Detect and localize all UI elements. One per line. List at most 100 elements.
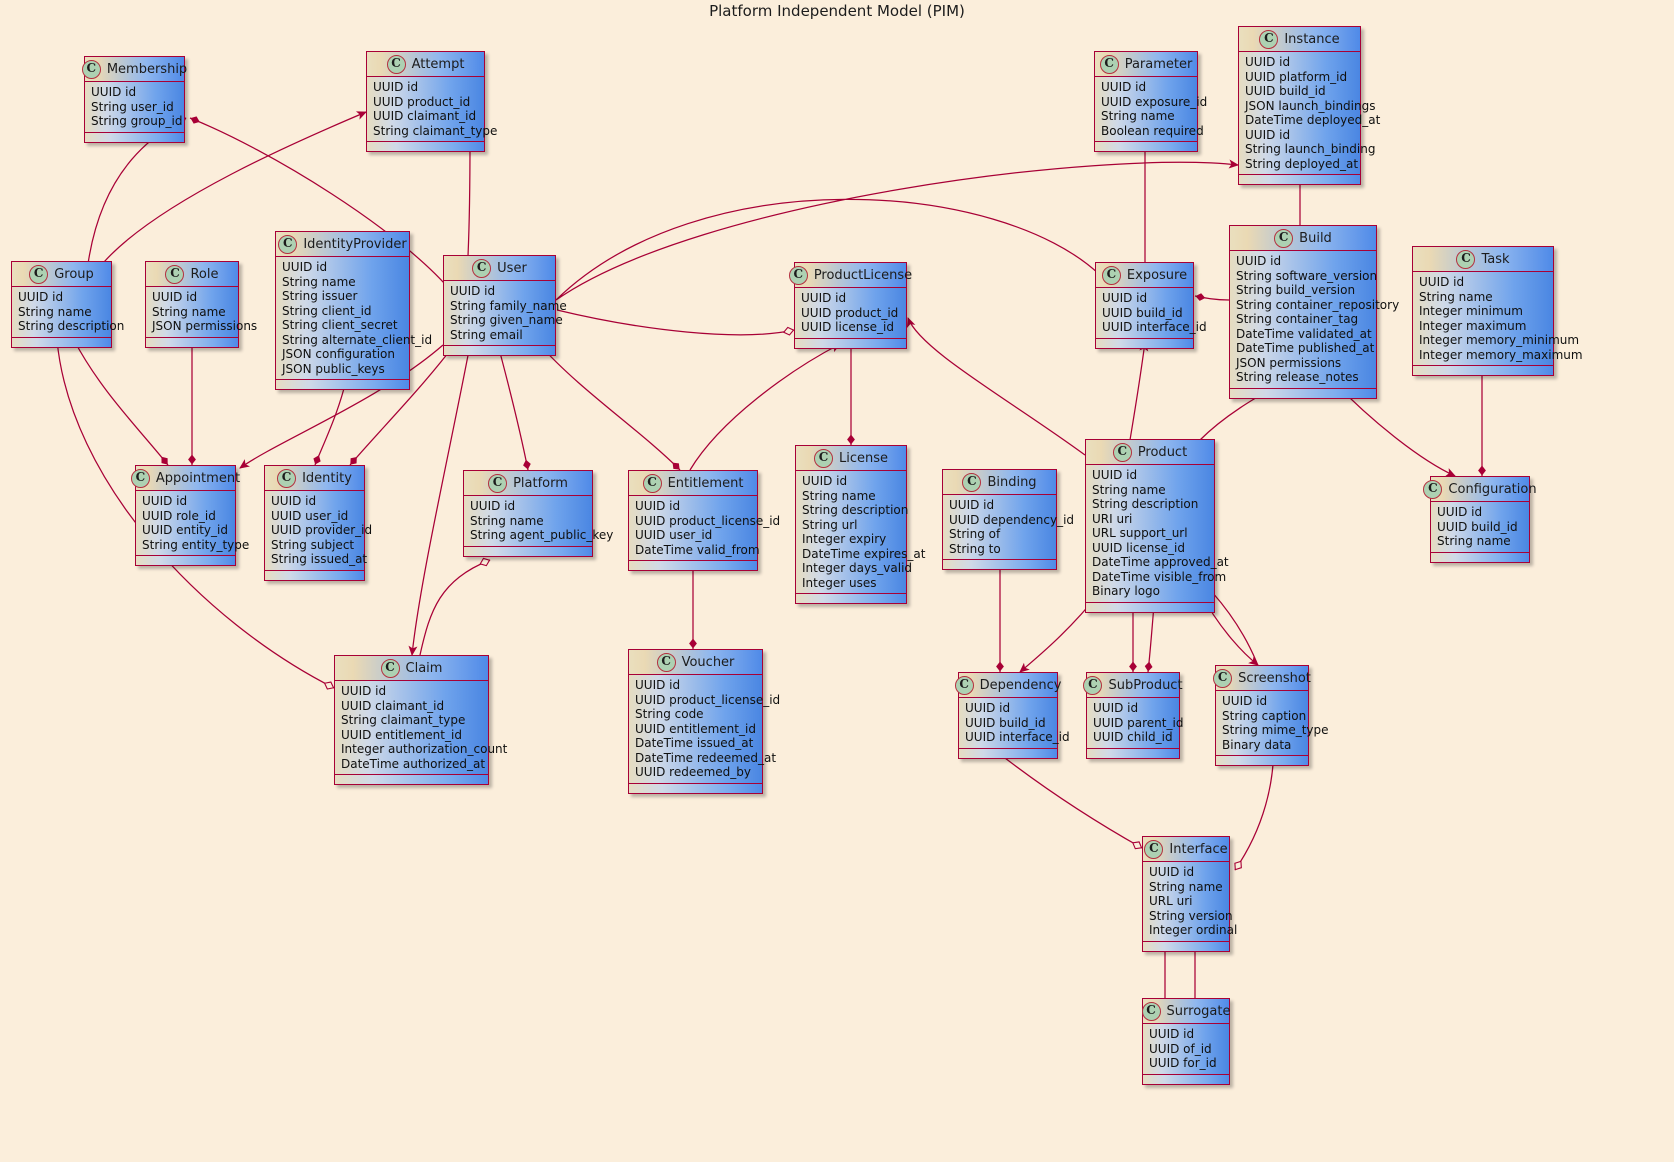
class-attribute: Integer ordinal [1149, 923, 1238, 937]
class-box-configuration[interactable]: C Configuration UUID id UUID build_id String… [1423, 476, 1537, 563]
class-attribute: UUID id [801, 291, 847, 305]
class-attributes-configuration: UUID id UUID build_id String name [1431, 502, 1529, 553]
class-methods-surrogate [1143, 1074, 1229, 1084]
class-name-instance: Instance [1284, 31, 1340, 47]
class-methods-subproduct [1087, 748, 1179, 758]
class-name-dependency: Dependency [979, 677, 1062, 693]
class-header-membership: C Membership [81, 57, 187, 82]
class-stereotype-icon: C [386, 54, 406, 74]
class-attribute: String issued_at [271, 552, 368, 566]
class-name-subproduct: SubProduct [1108, 677, 1183, 693]
class-attribute: JSON permissions [1236, 355, 1342, 370]
class-attribute: String name [1149, 879, 1223, 894]
class-attribute: UUID redeemed_by [635, 765, 752, 779]
class-stereotype-icon: C [81, 59, 101, 79]
class-attribute: UUID id [341, 684, 387, 698]
class-box-appointment[interactable]: C Appointment UUID id UUID role_id UUID enti… [130, 465, 250, 566]
class-box-group[interactable]: C Group UUID id String name String descripti… [11, 261, 125, 348]
class-box-exposure[interactable]: C Exposure UUID id UUID build_id UUID interf… [1095, 262, 1207, 349]
class-attribute: URL uri [1149, 894, 1193, 908]
class-attribute: UUID id [373, 80, 419, 94]
class-stereotype-icon: C [642, 473, 662, 493]
class-box-membership[interactable]: C Membership UUID id String user_id String g… [81, 56, 187, 143]
class-name-product: Product [1137, 444, 1188, 460]
class-box-parameter[interactable]: C Parameter UUID id UUID exposure_id String … [1094, 51, 1208, 152]
class-attribute: UUID interface_id [965, 730, 1070, 744]
class-attribute: String version [1149, 908, 1233, 923]
class-box-instance[interactable]: C Instance UUID id UUID platform_id UUID bui… [1238, 26, 1380, 185]
class-attribute: UUID id [470, 499, 516, 513]
class-attribute: UUID id [802, 474, 848, 488]
class-box-subproduct[interactable]: C SubProduct UUID id UUID parent_id UUID chi… [1083, 672, 1183, 759]
class-attribute: UUID platform_id [1245, 69, 1348, 84]
class-stereotype-icon: C [165, 264, 185, 284]
class-attribute: UUID id [1149, 865, 1195, 879]
class-attribute: DateTime authorized_at [341, 756, 486, 771]
class-header-platform: C Platform [464, 471, 592, 496]
class-attribute: JSON launch_bindings [1245, 98, 1376, 113]
class-attribute: UUID id [450, 284, 496, 298]
class-methods-role [146, 337, 238, 347]
class-box-identity[interactable]: C Identity UUID id UUID user_id UUID provide… [264, 465, 372, 581]
class-attribute: UUID id [1245, 127, 1291, 142]
class-stereotype-icon: C [1144, 839, 1164, 859]
class-box-license[interactable]: C License UUID id String name String descrip… [795, 445, 925, 604]
class-header-voucher: C Voucher [629, 650, 762, 675]
class-methods-attempt [367, 142, 484, 151]
class-attributes-task: UUID id String name Integer minimum Integer… [1413, 272, 1583, 366]
class-box-entitlement[interactable]: C Entitlement UUID id UUID product_license_… [628, 470, 780, 571]
class-box-claim[interactable]: C Claim UUID id UUID claimant_id String clai… [334, 655, 507, 785]
class-attributes-group: UUID id String name String description [12, 287, 125, 338]
class-header-user: C User [444, 256, 555, 281]
class-attribute: String given_name [450, 313, 563, 327]
class-name-binding: Binding [987, 474, 1037, 490]
class-box-platform[interactable]: C Platform UUID id String name String agent_… [463, 470, 613, 557]
class-attribute: String entity_type [142, 537, 250, 552]
class-box-user[interactable]: C User UUID id String family_name String giv… [443, 255, 567, 356]
class-box-productlicense[interactable]: C ProductLicense UUID id UUID product_id UUI… [788, 262, 912, 349]
class-attribute: String name [1437, 534, 1511, 548]
class-attribute: UUID user_id [271, 508, 349, 523]
class-attributes-instance: UUID id UUID platform_id UUID build_id JSON… [1239, 52, 1380, 175]
class-stereotype-icon: C [1141, 1001, 1161, 1021]
class-name-build: Build [1299, 230, 1332, 246]
class-attribute: Integer uses [802, 575, 877, 590]
class-attribute: UUID build_id [965, 715, 1046, 730]
class-box-voucher[interactable]: C Voucher UUID id UUID product_license_id St… [628, 649, 780, 794]
class-name-entitlement: Entitlement [667, 475, 744, 491]
class-attribute: String name [1419, 289, 1493, 304]
class-box-task[interactable]: C Task UUID id String name Integer minimum In… [1412, 246, 1583, 376]
class-attribute: DateTime validated_at [1236, 326, 1372, 341]
class-box-dependency[interactable]: C Dependency UUID id UUID build_id UUID inte… [954, 672, 1070, 759]
class-box-attempt[interactable]: C Attempt UUID id UUID product_id UUID claim… [366, 51, 497, 152]
diagram-canvas: Platform Independent Model (PIM) C Member… [0, 0, 1674, 1162]
class-attribute: String issuer [282, 289, 358, 303]
class-attribute: String url [802, 517, 858, 532]
class-attribute: DateTime valid_from [635, 542, 760, 557]
class-attribute: String email [450, 327, 523, 342]
class-header-identity: C Identity [265, 466, 364, 491]
class-attributes-membership: UUID id String user_id String group_id [85, 82, 184, 133]
class-header-entitlement: C Entitlement [629, 471, 757, 496]
class-box-binding[interactable]: C Binding UUID id UUID dependency_id String … [942, 469, 1074, 570]
class-attribute: UUID exposure_id [1101, 94, 1208, 109]
class-box-interface[interactable]: C Interface UUID id String name URL uri Strin… [1142, 836, 1238, 952]
class-box-build[interactable]: C Build UUID id String software_version Stri… [1229, 225, 1399, 399]
class-header-identityprovider: C IdentityProvider [276, 232, 409, 257]
class-box-identityprovider[interactable]: C IdentityProvider UUID id String name Strin… [275, 231, 432, 390]
class-name-license: License [838, 450, 888, 466]
class-attributes-voucher: UUID id UUID product_license_id String cod… [629, 675, 780, 784]
class-box-product[interactable]: C Product UUID id String name String descrip… [1085, 439, 1229, 613]
class-box-screenshot[interactable]: C Screenshot UUID id String caption String m… [1213, 665, 1329, 766]
relationship-group-to-appointment [73, 339, 169, 466]
class-header-role: C Role [146, 262, 238, 287]
class-header-attempt: C Attempt [367, 52, 484, 77]
class-attribute: String client_secret [282, 318, 398, 332]
class-box-surrogate[interactable]: C Surrogate UUID id UUID of_id UUID for_id [1141, 998, 1230, 1085]
class-attributes-identityprovider: UUID id String name String issuer String cl… [276, 257, 432, 380]
class-attribute: String description [18, 319, 125, 333]
class-attribute: UUID user_id [635, 528, 713, 542]
class-attribute: UUID id [965, 701, 1011, 715]
class-box-role[interactable]: C Role UUID id String name JSON permissions [145, 261, 257, 348]
class-attribute: String container_tag [1236, 312, 1359, 326]
